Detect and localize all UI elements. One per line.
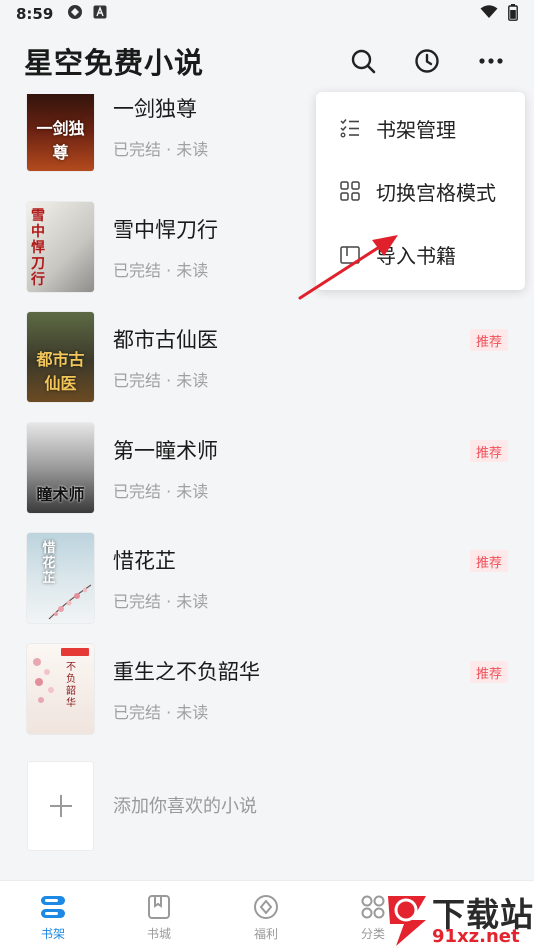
tab-category[interactable]: 分类 <box>320 881 426 950</box>
book-status: 已完结 · 未读 <box>113 592 209 611</box>
plus-icon <box>49 795 72 817</box>
more-icon[interactable] <box>476 46 506 76</box>
status-time: 8:59 <box>16 5 54 23</box>
list-manage-icon <box>340 118 360 138</box>
cover-title-art: 瞳术师 <box>36 485 85 504</box>
cover-title-art: 一剑独尊 <box>36 119 85 162</box>
book-cover: 一剑独尊 <box>27 94 94 171</box>
tab-label: 书城 <box>146 927 171 941</box>
menu-item-label: 导入书籍 <box>376 243 456 268</box>
tab-bookstore[interactable]: 书城 <box>106 881 212 950</box>
recommend-badge: 推荐 <box>470 440 508 462</box>
grid-icon <box>340 181 360 201</box>
add-book-button[interactable] <box>27 761 94 851</box>
cover-title-art: 不负韶华 <box>66 662 76 709</box>
book-cover: 瞳术师 <box>27 423 94 513</box>
tab-label: 福利 <box>253 927 278 941</box>
battery-icon <box>508 3 518 25</box>
book-title: 重生之不负韶华 <box>113 660 260 684</box>
import-icon <box>340 244 360 264</box>
book-cover: 都市古仙医 <box>27 312 94 402</box>
history-clock-icon[interactable] <box>412 46 442 76</box>
menu-item-label: 书架管理 <box>376 117 456 142</box>
menu-item-label: 切换宫格模式 <box>376 180 496 205</box>
search-icon[interactable] <box>348 46 378 76</box>
book-cover: 惜花芷 <box>27 533 94 623</box>
book-item[interactable]: 不负韶华 重生之不负韶华 已完结 · 未读 推荐 <box>0 644 534 744</box>
book-status: 已完结 · 未读 <box>113 482 209 501</box>
menu-item-grid-mode[interactable]: 切换宫格模式 <box>316 161 525 221</box>
book-status: 已完结 · 未读 <box>113 703 209 722</box>
vpn-icon <box>67 4 83 24</box>
book-item[interactable]: 都市古仙医 都市古仙医 已完结 · 未读 推荐 <box>0 312 534 412</box>
book-title: 一剑独尊 <box>113 97 197 121</box>
app-title: 星空免费小说 <box>24 46 205 80</box>
publisher-logo <box>61 648 89 656</box>
bottom-tab-bar: 书架 书城 福利 分类 <box>0 880 534 950</box>
app-bar: 星空免费小说 <box>0 28 534 94</box>
wifi-icon <box>480 5 498 23</box>
category-icon <box>359 893 387 921</box>
book-title: 雪中悍刀行 <box>113 218 218 242</box>
book-title: 都市古仙医 <box>113 328 218 352</box>
welfare-icon <box>252 893 280 921</box>
cover-title-art: 都市古仙医 <box>36 350 85 393</box>
recommend-badge: 推荐 <box>470 550 508 572</box>
book-title: 第一瞳术师 <box>113 439 218 463</box>
tab-welfare[interactable]: 福利 <box>213 881 319 950</box>
menu-item-shelf-manage[interactable]: 书架管理 <box>316 98 525 158</box>
book-status: 已完结 · 未读 <box>113 371 209 390</box>
add-book-label[interactable]: 添加你喜欢的小说 <box>113 792 257 818</box>
bookshelf-icon <box>39 893 67 921</box>
bookstore-icon <box>145 893 173 921</box>
tab-bookshelf[interactable]: 书架 <box>0 881 106 950</box>
book-status: 已完结 · 未读 <box>113 261 209 280</box>
book-item[interactable]: 惜花芷 惜花芷 已完结 · 未读 推荐 <box>0 533 534 633</box>
book-title: 惜花芷 <box>113 549 176 573</box>
book-status: 已完结 · 未读 <box>113 140 209 159</box>
recommend-badge: 推荐 <box>470 329 508 351</box>
cover-blossom-art <box>48 584 92 620</box>
book-item[interactable]: 瞳术师 第一瞳术师 已完结 · 未读 推荐 <box>0 423 534 523</box>
notification-a-icon <box>93 5 107 23</box>
cover-blossom-art <box>33 658 54 703</box>
tab-label: 书架 <box>40 927 65 941</box>
book-cover: 雪中悍刀行 <box>27 202 94 292</box>
tab-label: 分类 <box>360 927 385 941</box>
cover-title-art: 雪中悍刀行 <box>31 208 45 288</box>
more-popup-menu: 书架管理 切换宫格模式 导入书籍 <box>316 92 525 290</box>
book-cover: 不负韶华 <box>27 644 94 734</box>
recommend-badge: 推荐 <box>470 661 508 683</box>
status-bar: 8:59 <box>0 0 534 28</box>
menu-item-import-books[interactable]: 导入书籍 <box>316 224 525 284</box>
